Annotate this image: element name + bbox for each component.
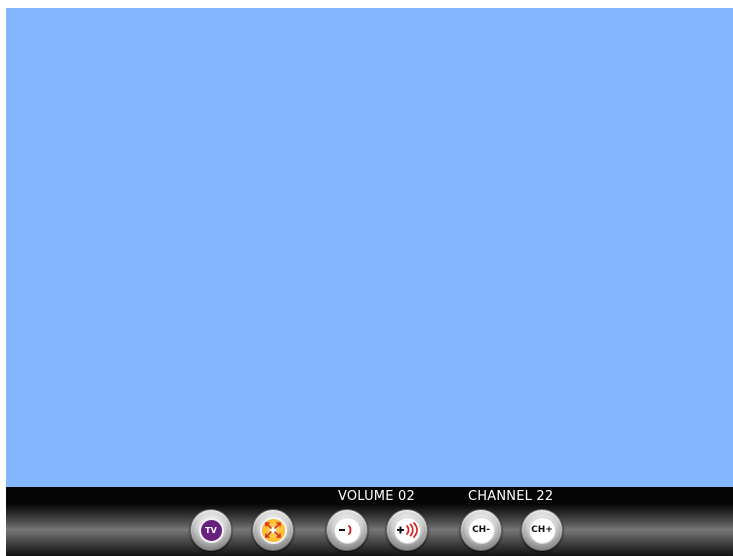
volume-up-button[interactable]	[386, 509, 428, 551]
volume-down-icon	[333, 516, 361, 544]
channel-up-button[interactable]: CH+	[521, 509, 563, 551]
volume-up-icon	[393, 516, 421, 544]
channel-down-icon: CH-	[467, 516, 495, 544]
channel-down-label: CH-	[472, 524, 490, 535]
volume-down-button[interactable]	[326, 509, 368, 551]
channel-down-button[interactable]: CH-	[460, 509, 502, 551]
expand-icon	[259, 516, 287, 544]
tv-button[interactable]: TV	[190, 509, 232, 551]
channel-up-icon: CH+	[528, 516, 556, 544]
tv-icon: TV	[198, 517, 224, 543]
remote-control-bar: VOLUME 02 CHANNEL 22 TV CH- CH+	[6, 487, 733, 556]
channel-up-label: CH+	[531, 524, 553, 535]
tv-display-area	[6, 8, 733, 487]
fullscreen-button[interactable]	[252, 509, 294, 551]
volume-status: VOLUME 02	[338, 489, 415, 504]
tv-label: TV	[205, 525, 217, 535]
channel-status: CHANNEL 22	[468, 489, 554, 504]
